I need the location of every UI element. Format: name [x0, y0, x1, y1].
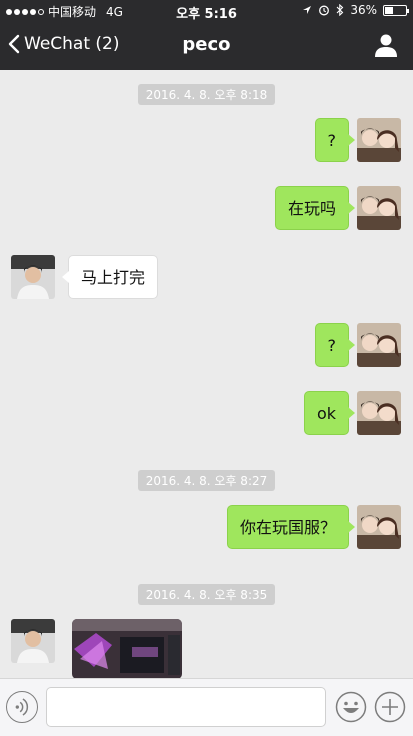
avatar-peco[interactable] [11, 619, 55, 663]
plus-icon[interactable] [374, 691, 406, 723]
emoji-icon[interactable] [335, 691, 367, 723]
alarm-icon [319, 5, 330, 16]
message-bubble-outgoing[interactable]: ? [314, 118, 355, 162]
message-bubble-outgoing[interactable]: ok [303, 391, 356, 435]
back-button-label: WeChat (2) [24, 34, 120, 54]
battery-percent: 36% [350, 3, 377, 17]
avatar-peco[interactable] [11, 255, 55, 299]
timestamp: 2016. 4. 8. 오후 8:27 [0, 470, 413, 491]
timestamp-text: 2016. 4. 8. 오후 8:27 [137, 470, 276, 491]
message-bubble-outgoing[interactable]: ? [314, 323, 355, 367]
message-bubble-outgoing[interactable]: 在玩吗 [274, 186, 356, 230]
message-input[interactable] [46, 687, 326, 727]
chat-area[interactable]: 2016. 4. 8. 오후 8:18 ? 在玩吗 马上打完 ? ok 2016… [0, 70, 413, 678]
nav-bar: WeChat (2) peco [0, 22, 413, 70]
avatar-me[interactable] [357, 323, 401, 367]
timestamp: 2016. 4. 8. 오후 8:35 [0, 584, 413, 605]
back-button[interactable]: WeChat (2) [8, 34, 119, 54]
avatar-me[interactable] [357, 118, 401, 162]
input-bar [0, 678, 413, 736]
timestamp-text: 2016. 4. 8. 오후 8:35 [137, 584, 276, 605]
avatar-me[interactable] [357, 391, 401, 435]
timestamp: 2016. 4. 8. 오후 8:18 [0, 84, 413, 105]
bluetooth-icon [336, 4, 344, 16]
photo-message[interactable] [72, 619, 182, 678]
status-bar: 中国移动 4G 오후 5:16 36% [0, 0, 413, 22]
avatar-me[interactable] [357, 505, 401, 549]
message-bubble-outgoing[interactable]: 你在玩国服？ [226, 505, 356, 549]
status-right: 36% [302, 3, 409, 17]
avatar-me[interactable] [357, 186, 401, 230]
timestamp-text: 2016. 4. 8. 오후 8:18 [137, 84, 276, 105]
chevron-left-icon [8, 34, 20, 54]
battery-icon [383, 4, 409, 16]
location-arrow-icon [303, 6, 312, 14]
profile-icon[interactable] [373, 32, 399, 58]
message-bubble-incoming[interactable]: 马上打完 [61, 255, 159, 299]
voice-input-icon[interactable] [6, 691, 38, 723]
